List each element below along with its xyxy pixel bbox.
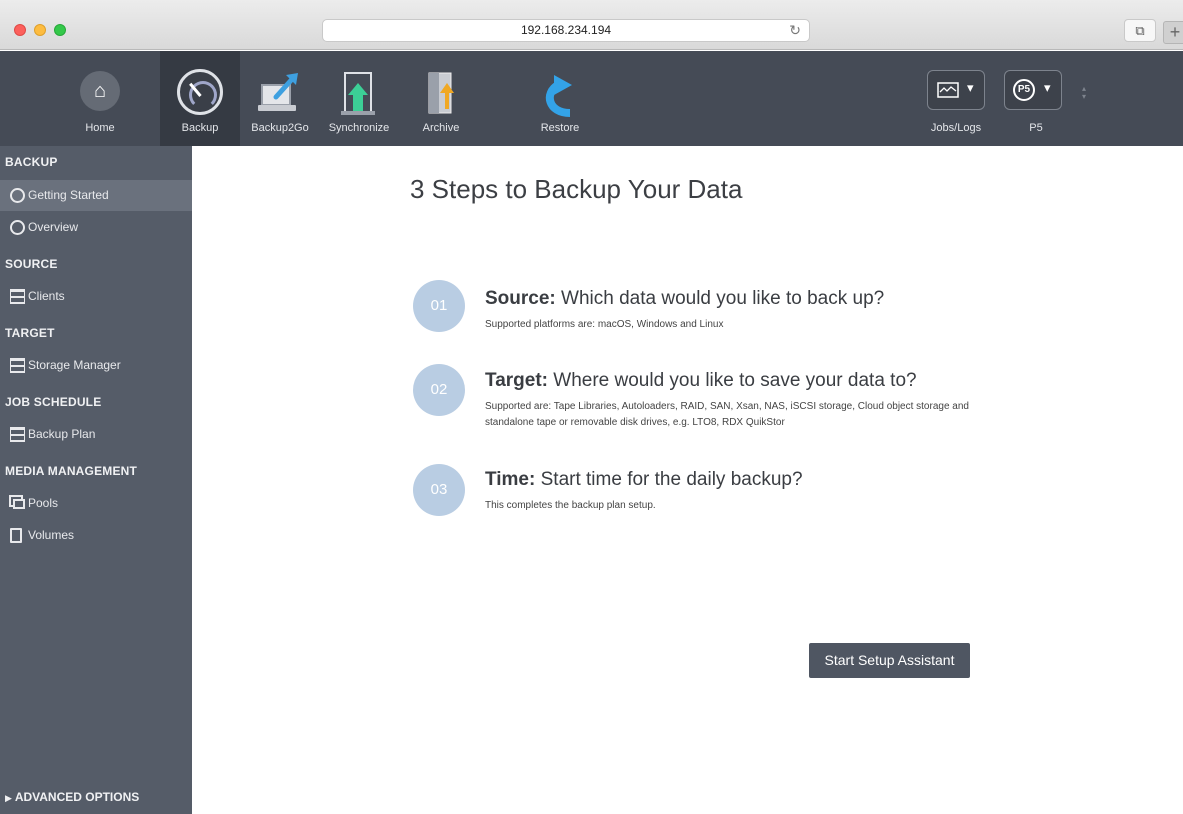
toolbar-restore[interactable]: Restore (520, 51, 600, 146)
backup-plan-icon (10, 427, 25, 442)
close-window-button[interactable] (14, 24, 26, 36)
zoom-window-button[interactable] (54, 24, 66, 36)
toolbar-resize-handle[interactable]: ▴ ▾ (1082, 85, 1088, 101)
step-title: Target: Where would you like to save you… (485, 370, 917, 392)
main-toolbar: ⌂ Home Backup Backup2Go Synchronize Arch… (0, 51, 1183, 146)
toolbar-synchronize[interactable]: Synchronize (318, 51, 400, 146)
sidebar-item-pools[interactable]: Pools (0, 488, 192, 519)
toolbar-label: Home (85, 122, 115, 134)
activity-chart-icon (937, 82, 959, 98)
step-title: Time: Start time for the daily backup? (485, 469, 803, 491)
sidebar-section-media-management: MEDIA MANAGEMENT (5, 464, 138, 478)
synchronize-icon (341, 72, 375, 115)
step-description: This completes the backup plan setup. (485, 500, 656, 511)
backup-gauge-icon (177, 69, 223, 115)
caret-right-icon: ▶ (5, 793, 12, 803)
sidebar-item-clients[interactable]: Clients (0, 281, 192, 312)
step-description: Supported platforms are: macOS, Windows … (485, 319, 724, 330)
sidebar-item-backup-plan[interactable]: Backup Plan (0, 419, 192, 450)
step-description: Supported are: Tape Libraries, Autoloade… (485, 401, 969, 428)
address-bar[interactable]: 192.168.234.194 ↻ (322, 19, 810, 42)
toolbar-label: Synchronize (328, 122, 390, 134)
sidebar-item-volumes[interactable]: Volumes (0, 520, 192, 551)
laptop-upload-icon (258, 73, 298, 111)
toolbar-home[interactable]: ⌂ Home (60, 51, 140, 146)
step-number-badge: 02 (413, 364, 465, 416)
toolbar-jobs-logs[interactable]: ▾ Jobs/Logs (916, 51, 996, 146)
start-setup-assistant-button[interactable]: Start Setup Assistant (809, 643, 970, 678)
sidebar-item-label: Overview (28, 220, 79, 234)
restore-arrow-icon (545, 75, 572, 117)
volumes-icon (10, 528, 22, 543)
getting-started-icon (10, 188, 25, 203)
toolbar-label: Jobs/Logs (930, 122, 982, 134)
page-title: 3 Steps to Backup Your Data (410, 174, 743, 204)
sidebar-section-job-schedule: JOB SCHEDULE (5, 395, 102, 409)
sidebar-section-target: TARGET (5, 326, 55, 340)
minimize-window-button[interactable] (34, 24, 46, 36)
archive-icon (428, 72, 454, 114)
toolbar-label: P5 (1029, 122, 1043, 134)
sidebar-item-label: Backup Plan (28, 427, 96, 441)
step-question: Start time for the daily backup? (540, 469, 803, 490)
new-tab-button[interactable]: + (1163, 21, 1183, 44)
storage-manager-icon (10, 358, 25, 373)
p5-dropdown[interactable]: P5 ▾ (1004, 70, 1062, 110)
sidebar-item-label: Volumes (28, 528, 75, 542)
sidebar-item-storage-manager[interactable]: Storage Manager (0, 350, 192, 381)
step-heading: Time: (485, 469, 536, 490)
sidebar-item-label: Storage Manager (28, 358, 121, 372)
toolbar-label: Archive (422, 122, 460, 134)
sidebar-section-source: SOURCE (5, 257, 58, 271)
toolbar-label: Restore (540, 122, 580, 134)
chevron-down-icon: ▾ (967, 80, 974, 95)
jobs-logs-dropdown[interactable]: ▾ (927, 70, 985, 110)
toolbar-backup[interactable]: Backup (160, 51, 240, 146)
p5-logo-icon: P5 (1013, 79, 1035, 101)
step-question: Which data would you like to back up? (561, 288, 885, 309)
sidebar-item-getting-started[interactable]: Getting Started (0, 180, 192, 211)
tab-overview-button[interactable]: ⧉ (1124, 19, 1156, 42)
home-icon: ⌂ (80, 71, 120, 111)
toolbar-label: Backup (181, 122, 219, 134)
step-number-badge: 03 (413, 464, 465, 516)
advanced-options-label: ADVANCED OPTIONS (14, 790, 140, 804)
toolbar-archive[interactable]: Archive (400, 51, 482, 146)
step-heading: Target: (485, 370, 548, 391)
toolbar-p5[interactable]: P5 ▾ P5 (996, 51, 1076, 146)
toolbar-label: Backup2Go (251, 122, 309, 134)
sidebar-item-label: Clients (28, 289, 65, 303)
reload-icon[interactable]: ↻ (789, 20, 801, 41)
step-number-badge: 01 (413, 280, 465, 332)
toolbar-backup2go[interactable]: Backup2Go (240, 51, 320, 146)
chevron-down-icon: ▾ (1044, 80, 1051, 95)
sidebar-item-label: Getting Started (28, 188, 109, 202)
sidebar-item-label: Pools (28, 496, 59, 510)
step-title: Source: Which data would you like to bac… (485, 288, 884, 310)
step-question: Where would you like to save your data t… (553, 370, 917, 391)
clients-icon (10, 289, 25, 304)
pools-icon (13, 499, 25, 509)
sidebar (0, 146, 192, 814)
overview-icon (10, 220, 25, 235)
browser-chrome: 192.168.234.194 ↻ ⧉ + (0, 0, 1183, 50)
url-text: 192.168.234.194 (520, 23, 612, 37)
sidebar-item-overview[interactable]: Overview (0, 212, 192, 243)
step-heading: Source: (485, 288, 556, 309)
sidebar-section-backup: BACKUP (5, 155, 58, 169)
advanced-options-toggle[interactable]: ▶ ADVANCED OPTIONS (5, 790, 139, 804)
